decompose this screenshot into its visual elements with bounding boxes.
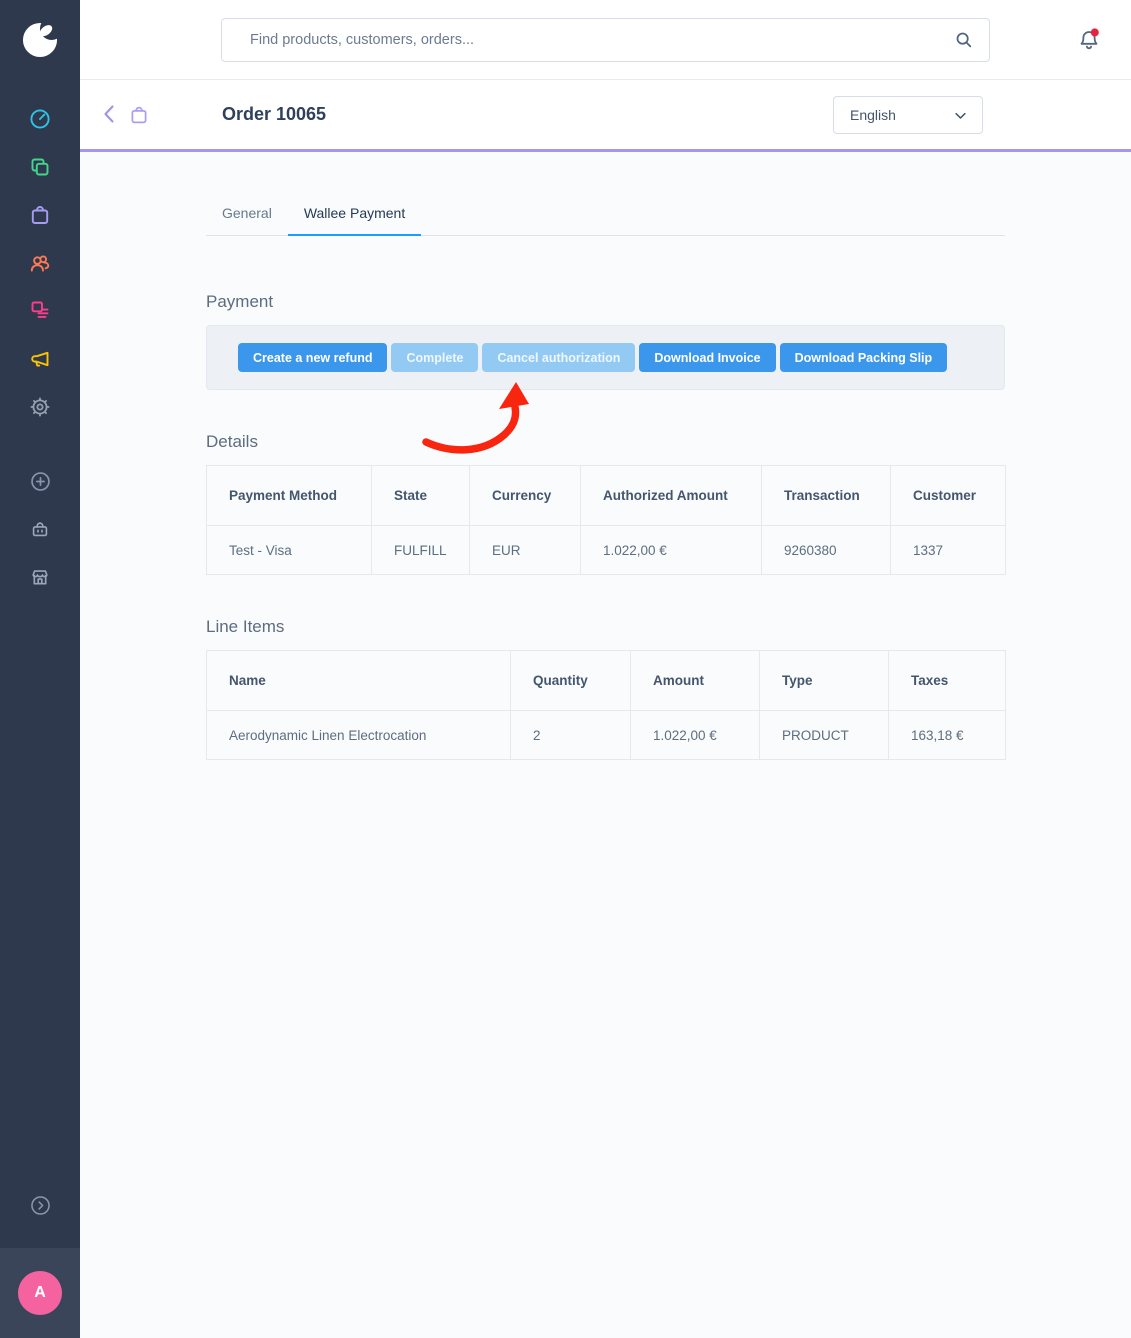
page-title: Order 10065 (222, 80, 326, 149)
chevron-right-circle-icon (29, 1194, 52, 1217)
table-cell-customer: 1337 (891, 526, 1006, 575)
storefront-icon (29, 566, 51, 588)
line-items-section-heading: Line Items (206, 617, 1005, 637)
sidebar-user-section: A (0, 1248, 80, 1338)
dashboard-icon (28, 107, 52, 131)
catalogues-icon (28, 155, 52, 179)
table-cell-quantity: 2 (511, 711, 631, 760)
table-cell-state: FULFILL (372, 526, 470, 575)
sidebar-item-store[interactable] (0, 553, 80, 601)
order-detail-content: General Wallee Payment Payment Create a … (80, 152, 1131, 1338)
column-header: Transaction (762, 466, 891, 526)
table-cell-taxes: 163,18 € (889, 711, 1006, 760)
cancel-authorization-button[interactable]: Cancel authorization (482, 343, 635, 372)
table-row: Test - Visa FULFILL EUR 1.022,00 € 92603… (207, 526, 1006, 575)
table-row: Aerodynamic Linen Electrocation 2 1.022,… (207, 711, 1006, 760)
bell-icon (1075, 26, 1103, 54)
table-cell-payment-method: Test - Visa (207, 526, 372, 575)
details-section-heading: Details (206, 432, 1005, 452)
plus-circle-icon (29, 470, 52, 493)
sidebar-item-marketing[interactable] (0, 335, 80, 383)
sidebar-item-settings[interactable] (0, 383, 80, 431)
column-header: State (372, 466, 470, 526)
line-items-table: Name Quantity Amount Type Taxes Aerodyna… (206, 650, 1006, 760)
column-header: Type (760, 651, 889, 711)
shopware-logo-icon (18, 18, 62, 62)
smartbar: Order 10065 English (80, 80, 1131, 152)
column-header: Customer (891, 466, 1006, 526)
sidebar-item-extensions[interactable] (0, 505, 80, 553)
column-header: Authorized Amount (581, 466, 762, 526)
column-header: Currency (470, 466, 581, 526)
column-header: Amount (631, 651, 760, 711)
marketing-icon (28, 347, 52, 371)
sidebar-expand-button[interactable] (0, 1181, 80, 1229)
sidebar: A (0, 0, 80, 1338)
orders-module-icon (128, 103, 150, 127)
download-packing-slip-button[interactable]: Download Packing Slip (780, 343, 948, 372)
download-invoice-button[interactable]: Download Invoice (639, 343, 775, 372)
sidebar-item-add-new[interactable] (0, 457, 80, 505)
details-table: Payment Method State Currency Authorized… (206, 465, 1006, 575)
line-items-header-row: Name Quantity Amount Type Taxes (207, 651, 1006, 711)
tab-wallee-payment[interactable]: Wallee Payment (288, 192, 421, 236)
sidebar-item-dashboard[interactable] (0, 95, 80, 143)
back-button[interactable] (100, 99, 124, 129)
sidebar-item-catalogues[interactable] (0, 143, 80, 191)
details-header-row: Payment Method State Currency Authorized… (207, 466, 1006, 526)
avatar-initial: A (34, 1284, 46, 1302)
notifications-button[interactable] (1075, 26, 1103, 54)
chevron-down-icon (953, 108, 968, 123)
column-header: Name (207, 651, 511, 711)
table-cell-name: Aerodynamic Linen Electrocation (207, 711, 511, 760)
sidebar-item-customers[interactable] (0, 239, 80, 287)
table-cell-currency: EUR (470, 526, 581, 575)
shopware-logo[interactable] (0, 0, 80, 80)
orders-icon (28, 203, 52, 227)
table-cell-authorized-amount: 1.022,00 € (581, 526, 762, 575)
search-icon[interactable] (953, 29, 975, 51)
content-icon (28, 299, 52, 323)
topbar (80, 0, 1131, 80)
payment-actions-panel: Create a new refund Complete Cancel auth… (206, 325, 1005, 390)
tab-general[interactable]: General (206, 192, 288, 235)
language-selected-value: English (850, 107, 896, 123)
table-cell-transaction: 9260380 (762, 526, 891, 575)
payment-section-heading: Payment (206, 292, 1005, 312)
customers-icon (28, 251, 52, 275)
complete-button[interactable]: Complete (391, 343, 478, 372)
column-header: Quantity (511, 651, 631, 711)
notification-dot (1091, 28, 1099, 36)
tab-bar: General Wallee Payment (206, 192, 1005, 236)
create-refund-button[interactable]: Create a new refund (238, 343, 387, 372)
language-select[interactable]: English (833, 96, 983, 134)
search-input[interactable] (221, 18, 990, 62)
column-header: Taxes (889, 651, 1006, 711)
basket-icon (29, 518, 51, 540)
chevron-left-icon (100, 103, 118, 125)
table-cell-amount: 1.022,00 € (631, 711, 760, 760)
table-cell-type: PRODUCT (760, 711, 889, 760)
column-header: Payment Method (207, 466, 372, 526)
sidebar-item-orders[interactable] (0, 191, 80, 239)
global-search (221, 18, 990, 62)
sidebar-item-content[interactable] (0, 287, 80, 335)
avatar[interactable]: A (18, 1271, 62, 1315)
gear-icon (28, 395, 52, 419)
